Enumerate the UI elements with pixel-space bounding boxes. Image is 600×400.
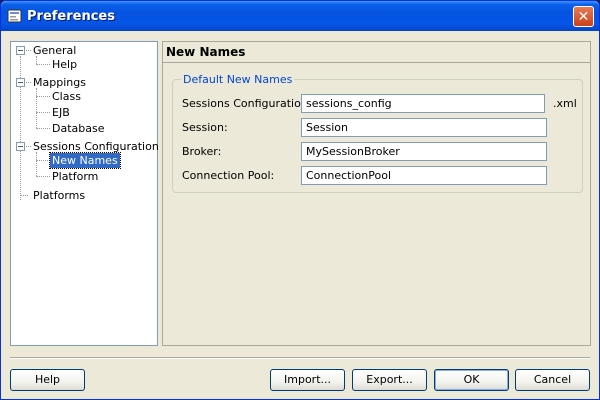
tree-item-label: Platforms [33,189,86,202]
tree-branch-line [36,152,37,176]
sessions-configuration-input[interactable] [301,94,545,113]
collapse-icon: − [17,78,24,87]
xml-suffix-label: .xml [553,97,577,110]
tree-item-label: Class [52,90,81,103]
close-button[interactable]: ✕ [573,6,594,27]
tree-item-label: EJB [52,106,70,119]
tree-item-label: Help [52,58,78,71]
tree-branch-line [36,64,50,65]
broker-input[interactable] [301,142,547,161]
connection-pool-label: Connection Pool: [182,169,275,182]
tree-branch-line [36,160,50,161]
tree-branch-line [36,96,50,97]
ok-button[interactable]: OK [434,369,509,391]
cancel-button[interactable]: Cancel [515,369,590,391]
tree-expander-mappings[interactable]: − [16,78,25,87]
close-icon: ✕ [577,8,590,25]
tree-item-label: New Names [49,152,121,169]
help-button[interactable]: Help [10,369,85,391]
window-title: Preferences [27,9,115,24]
tree-item-label: Platform [52,170,99,183]
preferences-app-icon [7,9,22,23]
tree-expander-general[interactable]: − [16,46,25,55]
tree-item-label: General [33,44,77,57]
dialog-body: − General Help − Mappings Class EJB Data… [1,31,599,399]
tree-branch-line [36,112,50,113]
preferences-window: Preferences ✕ − General Help − Mappings … [0,0,600,400]
title-bar[interactable]: Preferences ✕ [1,1,599,31]
collapse-icon: − [17,142,24,151]
default-new-names-group: Default New Names Sessions Configuration… [172,73,583,193]
broker-label: Broker: [182,145,222,158]
preferences-tree[interactable]: − General Help − Mappings Class EJB Data… [10,41,159,346]
group-title: Default New Names [181,73,295,86]
button-separator [10,357,590,359]
new-names-panel: New Names Default New Names Sessions Con… [162,41,591,346]
collapse-icon: − [17,46,24,55]
tree-item-label: Database [52,122,105,135]
sessions-configuration-label: Sessions Configuration: [182,97,312,110]
panel-title: New Names [163,42,590,63]
tree-expander-sessions-configuration[interactable]: − [16,142,25,151]
tree-branch-line [20,195,28,196]
export-button[interactable]: Export... [352,369,427,391]
import-button[interactable]: Import... [270,369,345,391]
tree-item-label: Sessions Configuration [33,140,159,153]
session-label: Session: [182,121,228,134]
tree-branch-line [36,128,50,129]
session-input[interactable] [301,118,547,137]
connection-pool-input[interactable] [301,166,547,185]
tree-branch-line [36,176,50,177]
tree-branch-line [36,88,37,128]
tree-item-label: Mappings [33,76,86,89]
